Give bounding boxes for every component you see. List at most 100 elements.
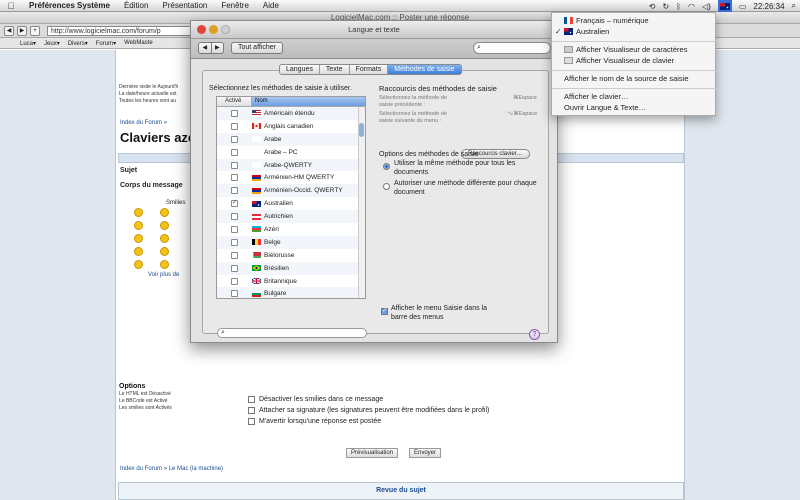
new-tab-button[interactable]: + [30,25,40,36]
show-input-menu-checkbox[interactable]: ✓ [381,308,388,315]
input-method-checkbox[interactable] [231,187,238,195]
bookmark-divers[interactable]: Divers▾ [68,40,88,47]
volume-icon[interactable]: ◁) [702,2,711,11]
bookmark-luca[interactable]: Luca▾ [20,40,36,47]
input-method-checkbox[interactable] [231,122,238,130]
menu-item-francais-numerique[interactable]: Français – numérique [552,16,717,26]
menu-app-name[interactable]: Préférences Système [22,1,117,10]
show-all-button[interactable]: Tout afficher [231,42,284,54]
smiley-icon[interactable] [160,247,169,256]
tab-formats[interactable]: Formats [350,65,389,74]
input-method-row[interactable]: ✓ Australien [217,197,365,210]
forum-breadcrumb[interactable]: Index du Forum » [120,120,167,126]
menu-presentation[interactable]: Présentation [155,1,214,10]
wifi-icon[interactable]: ◠ [688,2,695,11]
input-method-checkbox[interactable] [231,213,238,221]
disable-smilies-checkbox[interactable] [248,396,255,403]
menu-item-australien[interactable]: ✓ Australien [552,27,717,37]
column-name[interactable]: Nom [252,97,365,106]
menu-item-show-source-name[interactable]: Afficher le nom de la source de saisie [552,74,717,84]
input-method-checkbox[interactable] [231,264,238,272]
bookmark-jeux[interactable]: Jeux▾ [44,40,60,47]
smiley-icon[interactable] [134,234,143,243]
smiley-icon[interactable] [134,208,143,217]
apple-menu-icon[interactable]:  [0,1,22,11]
input-menu-flag-icon[interactable] [717,0,732,12]
input-method-row[interactable]: Biélorusse [217,249,365,262]
spotlight-icon[interactable]: ⌕ [792,1,796,11]
smiley-icon[interactable] [134,221,143,230]
input-method-row[interactable]: Belge [217,235,365,249]
input-method-row[interactable]: Brésilien [217,261,365,275]
menu-clock[interactable]: 22:26:34 [753,2,784,11]
smiley-icon[interactable] [134,247,143,256]
list-scrollbar[interactable] [358,107,365,298]
input-method-checkbox[interactable]: ✓ [231,200,238,208]
input-method-checkbox[interactable] [231,174,238,182]
options-box: Options Le HTML est Désactivé Le BBCode … [119,383,172,412]
attach-signature-checkbox[interactable] [248,407,255,414]
bookmark-webmaster[interactable]: WebMaste [124,40,153,46]
smiley-icon[interactable] [134,260,143,269]
time-machine-icon[interactable]: ⟲ [649,2,656,11]
input-method-checkbox[interactable] [231,135,238,143]
pref-back-button[interactable]: ◀ [199,43,211,53]
input-method-checkbox[interactable] [231,225,238,233]
more-smilies-link[interactable]: Voir plus de [148,272,179,278]
next-method-shortcut[interactable]: ⌥⌘Espace [507,111,537,118]
smiley-icon[interactable] [160,208,169,217]
back-button[interactable]: ◀ [4,25,14,36]
preview-button[interactable]: Prévisualisation [346,448,399,458]
filter-search-field[interactable]: ⌕ [217,328,367,338]
forward-button[interactable]: ▶ [17,25,27,36]
input-method-checkbox[interactable] [231,109,238,117]
input-method-row[interactable]: Autrichien [217,210,365,224]
input-method-checkbox[interactable] [231,290,238,298]
input-method-checkbox[interactable] [231,161,238,169]
different-method-radio[interactable] [383,183,390,190]
input-method-row[interactable]: Arménien-HM QWERTY [217,171,365,184]
previous-method-shortcut[interactable]: ⌘Espace [513,95,537,102]
bookmark-forum[interactable]: Forum▾ [96,40,116,47]
preferences-search-field[interactable]: ⌕ [473,42,551,54]
input-method-checkbox[interactable] [231,238,238,246]
battery-icon[interactable]: ▭ [739,2,747,11]
input-method-row[interactable]: Azéri [217,223,365,236]
menu-window[interactable]: Fenêtre [214,1,256,10]
tab-languages[interactable]: Langues [280,65,320,74]
scroll-thumb[interactable] [359,123,364,137]
same-method-radio[interactable] [383,163,390,170]
pref-forward-button[interactable]: ▶ [210,43,224,53]
bluetooth-icon[interactable]: ᛒ [676,2,681,11]
input-method-checkbox[interactable] [231,277,238,285]
input-method-row[interactable]: Arménien-Occid. QWERTY [217,184,365,198]
input-method-row[interactable]: Britannique [217,275,365,288]
visit-info: Dernière visite le Aujourd'h La date/heu… [119,84,179,104]
menu-item-character-viewer[interactable]: Afficher Visualiseur de caractères [552,45,717,55]
menu-item-show-keyboard[interactable]: Afficher le clavier… [552,92,717,102]
help-button[interactable]: ? [529,329,540,340]
smiley-icon[interactable] [160,260,169,269]
bottom-breadcrumb[interactable]: Index du Forum » Le Mac (la machine) [120,466,223,472]
input-method-checkbox[interactable] [231,148,238,156]
input-method-checkbox[interactable] [231,251,238,259]
input-method-row[interactable]: Anglais canadien [217,120,365,133]
send-button[interactable]: Envoyer [409,448,442,458]
menu-item-keyboard-viewer[interactable]: Afficher Visualiseur de clavier [552,56,717,66]
menu-item-open-language-text[interactable]: Ouvrir Langue & Texte… [552,103,717,113]
notify-reply-checkbox[interactable] [248,418,255,425]
ar-flag-icon [252,136,261,143]
smiley-icon[interactable] [160,234,169,243]
input-method-row[interactable]: Américain étendu [217,107,365,120]
input-method-row[interactable]: Arabe [217,132,365,146]
tab-text[interactable]: Texte [320,65,350,74]
input-method-row[interactable]: Arabe – PC [217,146,365,159]
smiley-icon[interactable] [160,221,169,230]
menu-edition[interactable]: Édition [117,1,155,10]
sync-icon[interactable]: ↻ [662,2,669,11]
input-method-row[interactable]: Bulgare [217,287,365,298]
tab-input-methods[interactable]: Méthodes de saisie [388,65,461,74]
menu-help[interactable]: Aide [256,1,286,10]
input-method-row[interactable]: Arabe-QWERTY [217,158,365,172]
column-active[interactable]: Activé [217,97,252,106]
